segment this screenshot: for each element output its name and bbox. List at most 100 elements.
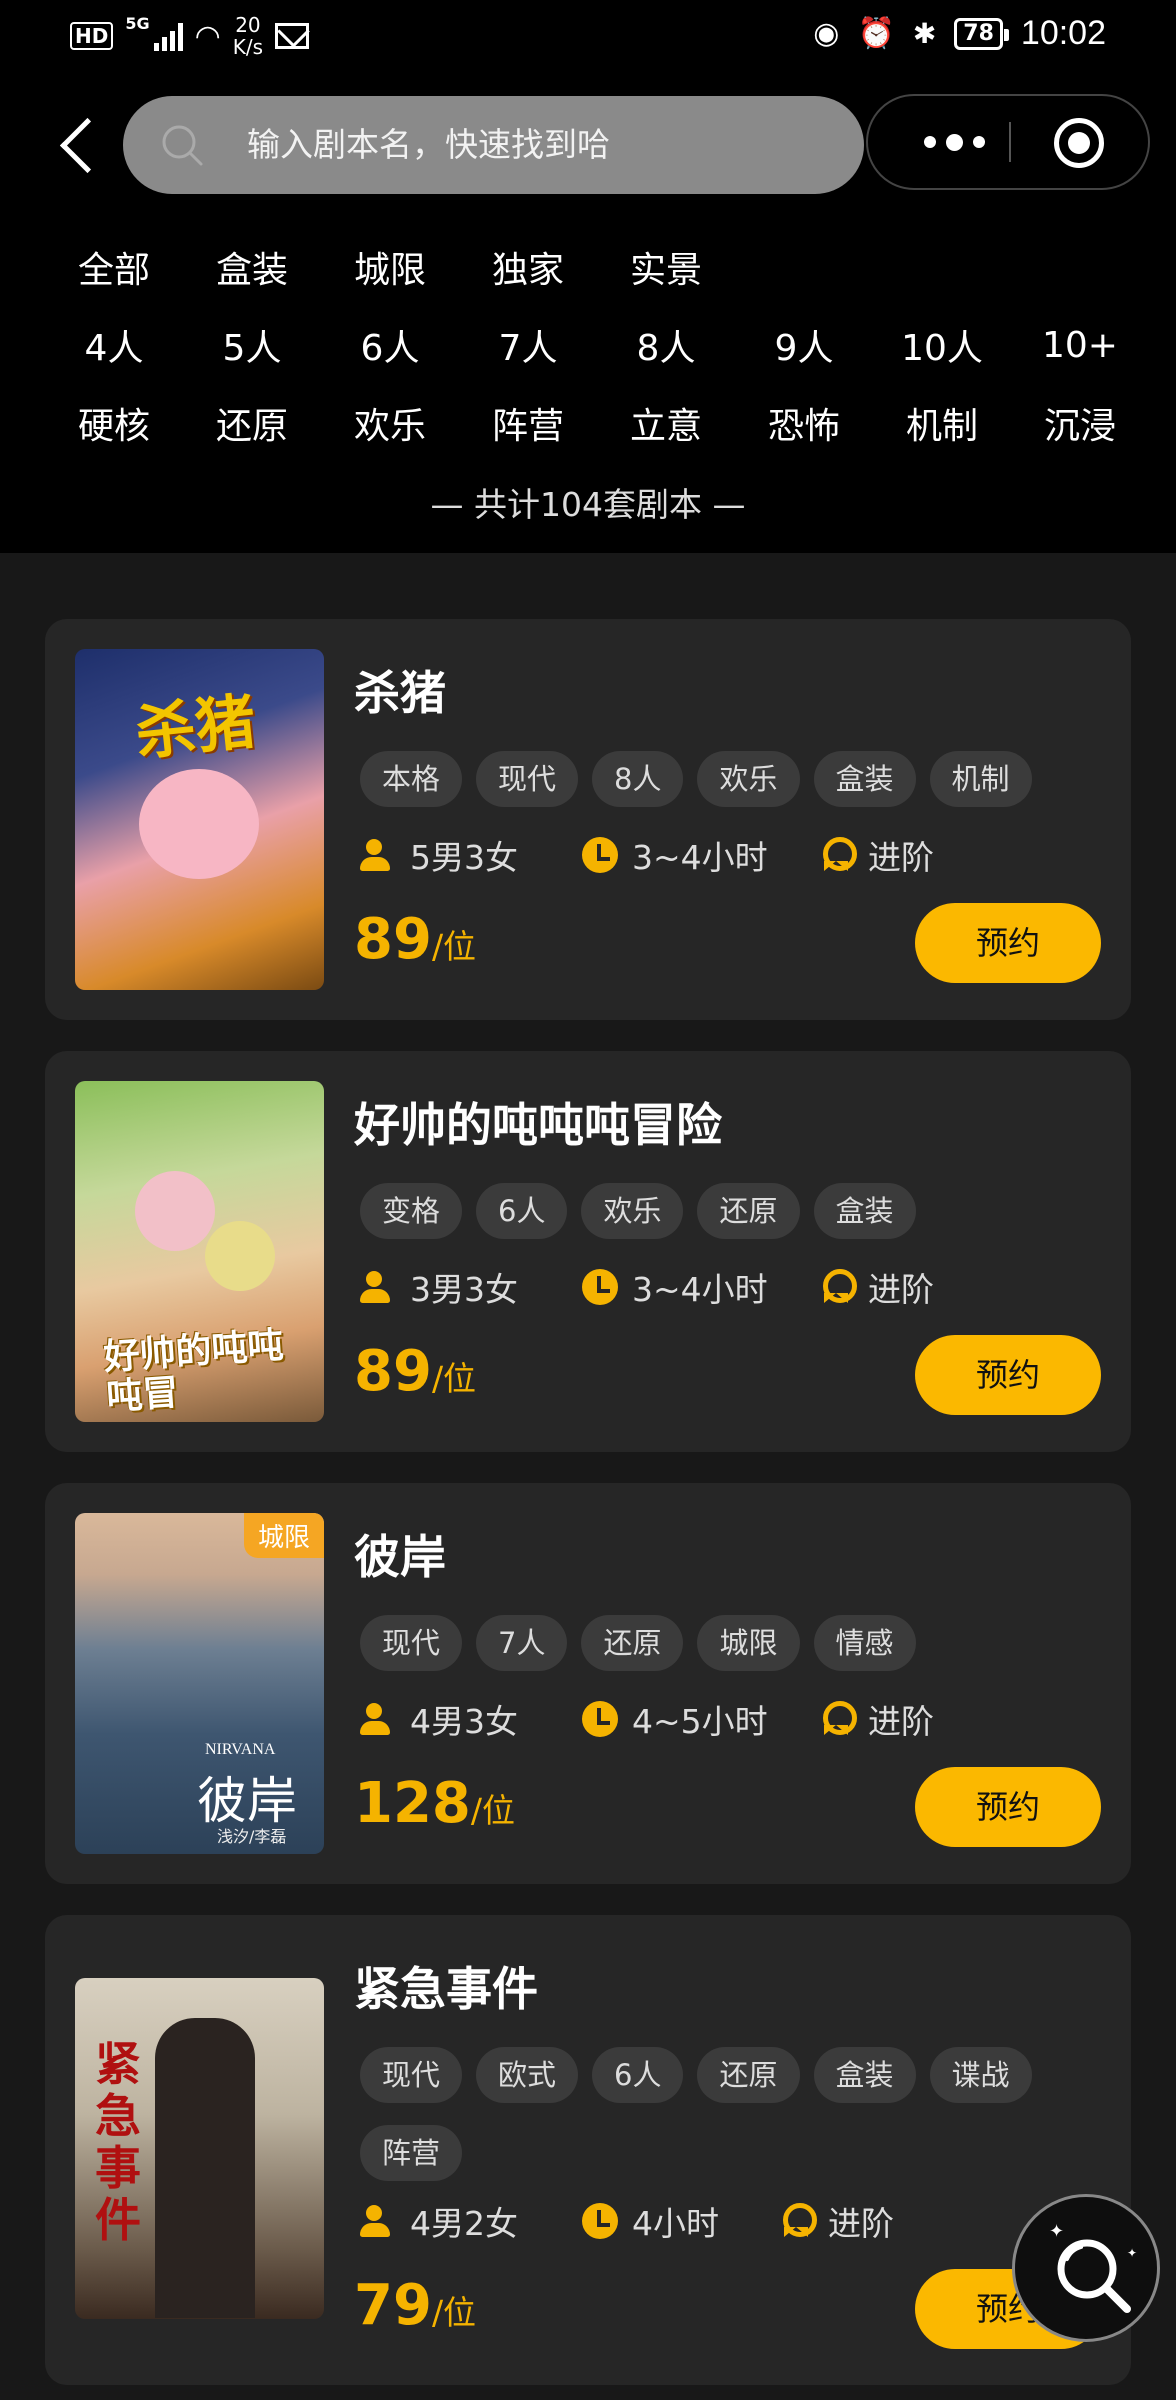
people-icon: [360, 837, 396, 873]
back-button[interactable]: [50, 108, 110, 178]
script-meta: 3男3女 3~4小时 进阶: [360, 1263, 934, 1311]
svg-text:✦: ✦: [1127, 2246, 1137, 2260]
book-button[interactable]: 预约: [915, 1767, 1101, 1847]
tag: 盒装: [813, 751, 916, 807]
people-icon: [360, 1269, 396, 1305]
script-card[interactable]: 城限 NIRVANA 彼岸 浅汐/李磊 彼岸 现代 7人 还原 城限 情感 4男…: [45, 1483, 1131, 1884]
search-icon: [162, 125, 203, 166]
tag: 7人: [476, 1615, 568, 1671]
price-unit: /位: [431, 1359, 477, 1398]
tag-list: 变格 6人 欢乐 还原 盒装: [360, 1183, 1080, 1239]
script-list: 杀猪 杀猪 本格 现代 8人 欢乐 盒装 机制 5男3女 3~4小时 进阶 89…: [45, 619, 1131, 2400]
cover-image: 紧急事件: [75, 1978, 324, 2319]
filter-hardcore[interactable]: 硬核: [45, 397, 183, 449]
corner-tag: 城限: [243, 1513, 324, 1558]
script-card[interactable]: 好帅的吨吨吨冒 好帅的吨吨吨冒险 变格 6人 欢乐 还原 盒装 3男3女 3~4…: [45, 1051, 1131, 1452]
filter-fun[interactable]: 欢乐: [321, 397, 459, 449]
tag: 城限: [697, 1615, 800, 1671]
filter-10plus[interactable]: 10+: [1011, 325, 1149, 366]
filter-panel: 全部 盒装 城限 独家 实景 4人 5人 6人 7人 8人 9人 10人 10+…: [0, 228, 1176, 462]
tag: 现代: [476, 751, 579, 807]
clock-icon: [582, 837, 618, 873]
filter-limited[interactable]: 城限: [321, 241, 459, 293]
book-button[interactable]: 预约: [915, 1335, 1101, 1415]
badge-icon: [818, 837, 857, 873]
filter-5p[interactable]: 5人: [183, 319, 321, 371]
tag: 6人: [476, 1183, 568, 1239]
network-speed: 20 K/s: [233, 14, 263, 58]
book-button[interactable]: 预约: [915, 903, 1101, 983]
script-title: 紧急事件: [354, 1962, 538, 2016]
signal-icon: [153, 21, 183, 51]
tag: 盒装: [813, 2047, 916, 2103]
price-value: 89: [354, 1339, 432, 1404]
filter-8p[interactable]: 8人: [597, 319, 735, 371]
floating-search-button[interactable]: ✦ ✦: [1012, 2194, 1160, 2342]
filter-mechanic[interactable]: 机制: [873, 397, 1011, 449]
tag: 机制: [929, 751, 1032, 807]
filter-row-type: 全部 盒装 城限 独家 实景: [0, 228, 1176, 306]
duration: 3~4小时: [632, 838, 768, 877]
filter-boxed[interactable]: 盒装: [183, 241, 321, 293]
tag: 欢乐: [697, 751, 800, 807]
cover-subtitle: NIRVANA: [205, 1741, 276, 1758]
price-unit: /位: [470, 1791, 516, 1830]
duration: 4~5小时: [632, 1702, 768, 1741]
script-card[interactable]: 紧急事件 紧急事件 现代 欧式 6人 还原 盒装 谍战 阵营 4男2女 4小时 …: [45, 1915, 1131, 2385]
people-icon: [360, 1701, 396, 1737]
tag: 谍战: [929, 2047, 1032, 2103]
filter-7p[interactable]: 7人: [459, 319, 597, 371]
bluetooth-icon: ✱: [912, 17, 937, 50]
more-button[interactable]: [908, 96, 1000, 188]
badge-icon: [778, 2203, 817, 2239]
tag: 6人: [592, 2047, 684, 2103]
wifi-icon: ◠: [194, 18, 221, 54]
script-card[interactable]: 杀猪 杀猪 本格 现代 8人 欢乐 盒装 机制 5男3女 3~4小时 进阶 89…: [45, 619, 1131, 1020]
close-button[interactable]: [1054, 118, 1104, 168]
difficulty: 进阶: [868, 1702, 934, 1741]
capsule-divider: [1009, 122, 1011, 162]
cover-title: 杀猪: [132, 686, 259, 770]
players: 5男3女: [410, 838, 518, 877]
filter-4p[interactable]: 4人: [45, 319, 183, 371]
cover-image: 好帅的吨吨吨冒: [75, 1081, 324, 1422]
script-title: 杀猪: [354, 666, 446, 720]
tag: 阵营: [360, 2125, 463, 2181]
tag-list: 本格 现代 8人 欢乐 盒装 机制: [360, 751, 1080, 807]
players: 4男2女: [410, 2204, 518, 2243]
search-icon: ✦ ✦: [1049, 2221, 1137, 2313]
filter-live[interactable]: 实景: [597, 241, 735, 293]
cover-character: [205, 1221, 275, 1291]
clock: 10:02: [1020, 14, 1106, 52]
clock-icon: [582, 2203, 618, 2239]
filter-6p[interactable]: 6人: [321, 319, 459, 371]
tag-list: 现代 7人 还原 城限 情感: [360, 1615, 1080, 1671]
tag: 变格: [360, 1183, 463, 1239]
hd-icon: HD: [70, 22, 114, 50]
filter-immersive[interactable]: 沉浸: [1011, 397, 1149, 449]
players: 4男3女: [410, 1702, 518, 1741]
mini-program-capsule: [866, 94, 1150, 190]
tag: 本格: [360, 751, 463, 807]
cover-image: 城限 NIRVANA 彼岸 浅汐/李磊: [75, 1513, 324, 1854]
tag: 现代: [360, 2047, 463, 2103]
badge-icon: [818, 1269, 857, 1305]
cover-title: 好帅的吨吨吨冒: [102, 1324, 285, 1419]
tag: 现代: [360, 1615, 463, 1671]
filter-exclusive[interactable]: 独家: [459, 241, 597, 293]
price-unit: /位: [431, 2293, 477, 2332]
price-value: 79: [354, 2273, 432, 2338]
filter-10p[interactable]: 10人: [873, 319, 1011, 371]
filter-theme[interactable]: 立意: [597, 397, 735, 449]
filter-faction[interactable]: 阵营: [459, 397, 597, 449]
filter-9p[interactable]: 9人: [735, 319, 873, 371]
search-input[interactable]: 输入剧本名，快速找到哈: [123, 96, 864, 194]
filter-restore[interactable]: 还原: [183, 397, 321, 449]
battery-icon: 78: [954, 17, 1009, 50]
filter-horror[interactable]: 恐怖: [735, 397, 873, 449]
svg-text:✦: ✦: [1049, 2221, 1064, 2242]
tag-list: 现代 欧式 6人 还原 盒装 谍战 阵营: [360, 2047, 1080, 2181]
filter-all[interactable]: 全部: [45, 241, 183, 293]
price: 79/位: [354, 2273, 476, 2338]
tag: 还原: [697, 1183, 800, 1239]
